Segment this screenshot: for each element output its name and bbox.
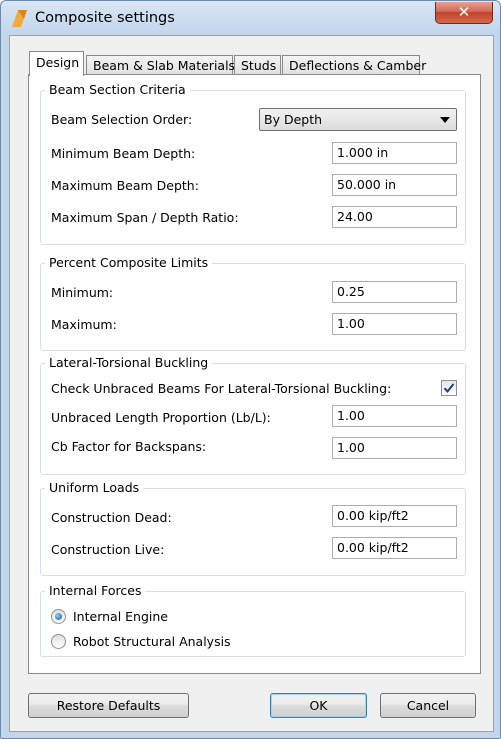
group-title: Uniform Loads	[45, 480, 144, 496]
title-bar[interactable]: Composite settings ✕	[1, 1, 500, 35]
composite-minimum-field[interactable]: 0.25	[332, 281, 457, 303]
span-depth-ratio-field[interactable]: 24.00	[332, 206, 457, 228]
chevron-down-icon	[440, 117, 450, 123]
cb-factor-label: Cb Factor for Backspans:	[51, 439, 207, 454]
tab-deflections-camber[interactable]: Deflections & Camber	[282, 55, 426, 75]
group-title: Internal Forces	[45, 583, 146, 599]
min-beam-depth-label: Minimum Beam Depth:	[51, 146, 196, 161]
cb-factor-field[interactable]: 1.00	[332, 437, 457, 459]
composite-maximum-field[interactable]: 1.00	[332, 313, 457, 335]
min-beam-depth-field[interactable]: 1.000 in	[332, 142, 457, 164]
robot-structural-analysis-radio[interactable]	[51, 634, 66, 649]
check-unbraced-label: Check Unbraced Beams For Lateral-Torsion…	[51, 381, 392, 396]
dropdown-value: By Depth	[264, 112, 323, 127]
construction-dead-label: Construction Dead:	[51, 510, 172, 525]
close-button[interactable]: ✕	[435, 2, 493, 24]
construction-dead-field[interactable]: 0.00 kip/ft2	[332, 505, 457, 527]
beam-selection-order-dropdown[interactable]: By Depth	[259, 108, 457, 131]
ok-button[interactable]: OK	[270, 693, 367, 718]
robot-structural-analysis-label[interactable]: Robot Structural Analysis	[73, 634, 231, 650]
group-percent-composite-limits: Percent Composite Limits Minimum: 0.25 M…	[40, 255, 466, 351]
check-unbraced-checkbox[interactable]	[441, 380, 457, 396]
checkmark-icon	[443, 383, 455, 394]
cancel-button[interactable]: Cancel	[380, 693, 476, 718]
group-internal-forces: Internal Forces Internal Engine Robot St…	[40, 583, 466, 657]
dialog-window: Composite settings ✕ Design Beam & Slab …	[0, 0, 501, 739]
max-beam-depth-field[interactable]: 50.000 in	[332, 174, 457, 196]
group-title: Beam Section Criteria	[45, 82, 190, 98]
unbraced-length-field[interactable]: 1.00	[332, 405, 457, 427]
design-tab-panel: Beam Section Criteria Beam Selection Ord…	[28, 74, 481, 674]
close-icon: ✕	[457, 3, 471, 21]
group-uniform-loads: Uniform Loads Construction Dead: 0.00 ki…	[40, 480, 466, 576]
max-beam-depth-label: Maximum Beam Depth:	[51, 178, 199, 193]
composite-maximum-label: Maximum:	[51, 317, 117, 332]
internal-engine-label[interactable]: Internal Engine	[73, 609, 168, 625]
beam-selection-order-label: Beam Selection Order:	[51, 112, 193, 127]
composite-minimum-label: Minimum:	[51, 285, 114, 300]
tab-beam-slab-materials[interactable]: Beam & Slab Materials	[86, 55, 235, 75]
construction-live-label: Construction Live:	[51, 542, 165, 557]
dialog-client-area: Design Beam & Slab Materials Studs Defle…	[9, 35, 494, 732]
unbraced-length-label: Unbraced Length Proportion (Lb/L):	[51, 410, 271, 425]
internal-engine-radio[interactable]	[51, 609, 66, 624]
group-beam-section-criteria: Beam Section Criteria Beam Selection Ord…	[40, 82, 466, 245]
construction-live-field[interactable]: 0.00 kip/ft2	[332, 537, 457, 559]
autodesk-app-icon	[12, 10, 27, 27]
tab-design[interactable]: Design	[29, 51, 84, 76]
group-title: Lateral-Torsional Buckling	[45, 355, 213, 371]
span-depth-ratio-label: Maximum Span / Depth Ratio:	[51, 210, 239, 225]
group-title: Percent Composite Limits	[45, 255, 213, 271]
tab-studs[interactable]: Studs	[234, 55, 281, 75]
restore-defaults-button[interactable]: Restore Defaults	[28, 693, 189, 718]
window-title: Composite settings	[35, 10, 175, 26]
group-lateral-torsional-buckling: Lateral-Torsional Buckling Check Unbrace…	[40, 355, 466, 475]
